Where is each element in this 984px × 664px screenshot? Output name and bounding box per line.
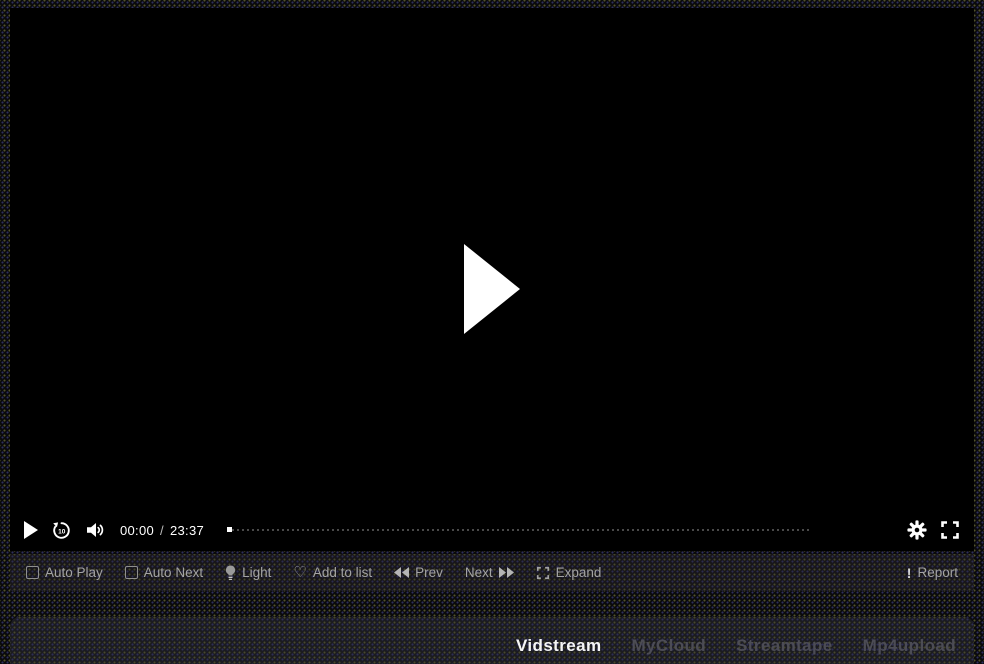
time-total: 23:37	[170, 523, 204, 538]
report-button[interactable]: ! Report	[907, 565, 958, 581]
light-label: Light	[242, 565, 271, 580]
rewind-10-icon: 10	[51, 520, 72, 541]
prev-episode-button[interactable]: Prev	[394, 565, 443, 580]
checkbox-icon[interactable]	[125, 566, 138, 579]
prev-icon	[394, 567, 409, 578]
add-to-list-button[interactable]: ♡ Add to list	[293, 565, 372, 580]
add-to-list-label: Add to list	[313, 565, 372, 580]
player-toolbar: Auto Play Auto Next Light ♡ Add to list …	[10, 554, 974, 591]
light-toggle[interactable]: Light	[225, 565, 271, 581]
fullscreen-icon	[940, 520, 960, 540]
svg-text:10: 10	[58, 528, 66, 535]
next-label: Next	[465, 565, 493, 580]
auto-next-label: Auto Next	[144, 565, 203, 580]
seek-knob[interactable]	[227, 527, 232, 532]
servers-panel: Vidstream MyCloud Streamtape Mp4upload	[10, 617, 974, 664]
time-display: 00:00 / 23:37	[120, 523, 204, 538]
auto-play-label: Auto Play	[45, 565, 103, 580]
server-streamtape[interactable]: Streamtape	[736, 636, 833, 656]
report-icon: !	[907, 565, 912, 581]
light-icon	[225, 565, 236, 581]
report-label: Report	[917, 565, 958, 580]
rewind-10-button[interactable]: 10	[51, 520, 72, 541]
seek-track	[227, 529, 810, 531]
settings-icon	[907, 520, 927, 540]
play-button[interactable]	[24, 521, 38, 539]
player-control-bar: 10 00:00 / 23:37	[10, 509, 974, 551]
auto-play-toggle[interactable]: Auto Play	[26, 565, 103, 580]
expand-label: Expand	[556, 565, 602, 580]
time-current: 00:00	[120, 523, 154, 538]
expand-button[interactable]: Expand	[536, 565, 602, 580]
big-play-button[interactable]	[464, 244, 520, 334]
video-player[interactable]: 10 00:00 / 23:37	[10, 8, 974, 551]
heart-icon: ♡	[293, 565, 306, 580]
next-icon	[499, 567, 514, 578]
next-episode-button[interactable]: Next	[465, 565, 514, 580]
server-vidstream[interactable]: Vidstream	[516, 636, 602, 656]
auto-next-toggle[interactable]: Auto Next	[125, 565, 203, 580]
fullscreen-button[interactable]	[940, 520, 960, 540]
expand-icon	[536, 566, 550, 580]
checkbox-icon[interactable]	[26, 566, 39, 579]
server-mycloud[interactable]: MyCloud	[631, 636, 706, 656]
time-separator: /	[160, 523, 164, 538]
play-icon	[24, 521, 38, 539]
prev-label: Prev	[415, 565, 443, 580]
volume-button[interactable]	[85, 521, 107, 539]
settings-button[interactable]	[907, 520, 927, 540]
volume-icon	[85, 521, 107, 539]
server-mp4upload[interactable]: Mp4upload	[863, 636, 956, 656]
seek-bar[interactable]	[227, 526, 884, 534]
